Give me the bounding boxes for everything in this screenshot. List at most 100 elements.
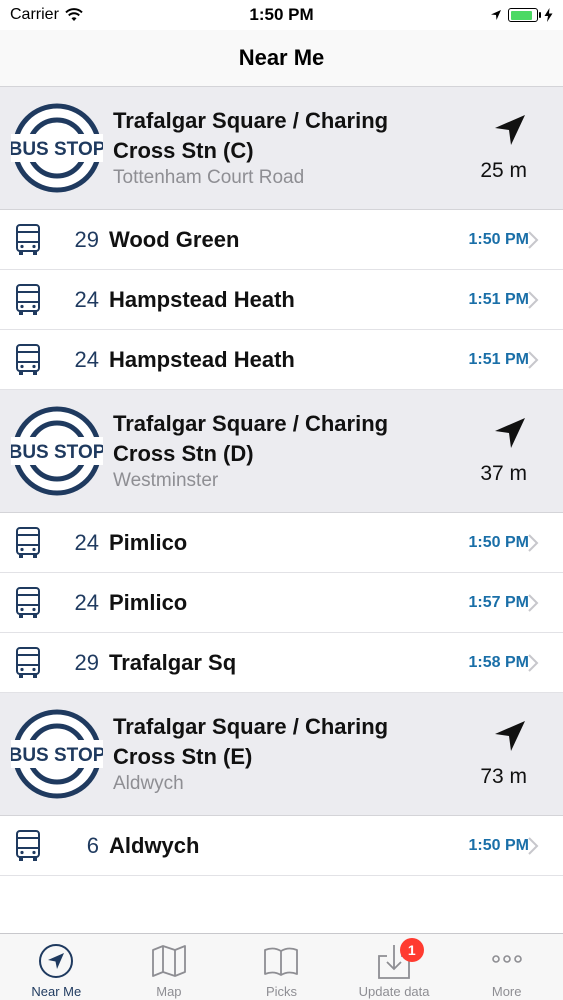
stop-subtitle: Tottenham Court Road xyxy=(113,167,305,188)
tab-near-me[interactable]: Near Me xyxy=(0,934,113,1000)
route-row[interactable]: 29 Trafalgar Sq 1:58 PM xyxy=(0,633,563,693)
stop-text: Trafalgar Square / Charing Cross Stn (C)… xyxy=(113,106,413,190)
stop-name-line1: Trafalgar Square / Charing xyxy=(113,714,389,739)
chevron-right-icon xyxy=(528,594,539,612)
stop-name-line2: Cross Stn (E) xyxy=(113,744,253,769)
route-row[interactable]: 24 Hampstead Heath 1:51 PM xyxy=(0,270,563,330)
stop-distance-block: 37 m xyxy=(480,416,527,486)
stop-distance-block: 73 m xyxy=(480,719,527,789)
battery-icon xyxy=(508,8,541,22)
stop-name-line1: Trafalgar Square / Charing xyxy=(113,108,389,133)
route-row[interactable]: 24 Pimlico 1:50 PM xyxy=(0,513,563,573)
route-number: 24 xyxy=(74,589,99,615)
route-number: 24 xyxy=(74,286,99,312)
wifi-icon xyxy=(65,8,83,21)
bus-icon xyxy=(16,829,40,861)
book-icon xyxy=(264,947,299,976)
stop-header[interactable]: BUS STOP Trafalgar Square / Charing Cros… xyxy=(0,87,563,210)
tab-label: Update data xyxy=(358,984,430,999)
bus-icon xyxy=(16,343,40,375)
chevron-right-icon xyxy=(528,231,539,249)
carrier-label: Carrier xyxy=(10,6,59,23)
chevron-right-icon xyxy=(528,291,539,309)
location-arrow-icon xyxy=(39,944,74,978)
route-number: 29 xyxy=(74,226,99,252)
bus-stop-logo-text: BUS STOP xyxy=(11,745,103,766)
route-number: 6 xyxy=(86,832,99,858)
stop-name-line2: Cross Stn (C) xyxy=(113,138,254,163)
route-destination: Wood Green xyxy=(109,226,240,252)
route-time: 1:50 PM xyxy=(468,836,529,854)
route-row[interactable]: 24 Hampstead Heath 1:51 PM xyxy=(0,330,563,390)
tab-label: Picks xyxy=(265,984,298,999)
route-destination: Pimlico xyxy=(109,529,188,555)
status-bar: Carrier 1:50 PM xyxy=(0,0,563,30)
route-row[interactable]: 24 Pimlico 1:57 PM xyxy=(0,573,563,633)
bus-icon xyxy=(16,646,40,678)
map-icon xyxy=(151,945,186,977)
tab-more[interactable]: More xyxy=(450,934,563,1000)
stop-text: Trafalgar Square / Charing Cross Stn (D)… xyxy=(113,409,413,493)
tab-label: Near Me xyxy=(31,984,82,999)
navigation-bar: Near Me xyxy=(0,30,563,87)
route-destination: Hampstead Heath xyxy=(109,286,295,312)
route-destination: Pimlico xyxy=(109,589,188,615)
tab-picks[interactable]: Picks xyxy=(225,934,338,1000)
status-left: Carrier xyxy=(10,6,83,24)
update-badge: 1 xyxy=(399,938,424,962)
stop-text: Trafalgar Square / Charing Cross Stn (E)… xyxy=(113,712,413,796)
location-arrow-icon xyxy=(495,115,525,145)
stop-name-line2: Cross Stn (D) xyxy=(113,441,254,466)
route-row[interactable]: 6 Aldwych 1:50 PM xyxy=(0,816,563,876)
bus-icon xyxy=(16,526,40,558)
stop-distance-block: 25 m xyxy=(480,113,527,183)
route-row[interactable]: 29 Wood Green 1:50 PM xyxy=(0,210,563,270)
stop-header[interactable]: BUS STOP Trafalgar Square / Charing Cros… xyxy=(0,390,563,513)
location-services-icon xyxy=(491,10,501,20)
bus-stop-logo-text: BUS STOP xyxy=(11,442,103,463)
bus-icon xyxy=(16,283,40,315)
route-number: 24 xyxy=(74,529,99,555)
chevron-right-icon xyxy=(528,351,539,369)
route-time: 1:50 PM xyxy=(468,533,529,551)
route-time: 1:57 PM xyxy=(468,593,529,611)
route-destination: Trafalgar Sq xyxy=(109,649,237,675)
tab-map[interactable]: Map xyxy=(113,934,226,1000)
stop-header[interactable]: BUS STOP Trafalgar Square / Charing Cros… xyxy=(0,693,563,816)
tab-label: Map xyxy=(156,984,182,999)
bus-stop-logo: BUS STOP xyxy=(11,709,103,799)
chevron-right-icon xyxy=(528,654,539,672)
status-time: 1:50 PM xyxy=(249,5,314,24)
stop-distance: 25 m xyxy=(480,159,527,182)
stop-subtitle: Westminster xyxy=(113,470,219,491)
bus-icon xyxy=(16,586,40,618)
tab-update-data[interactable]: 1 Update data xyxy=(338,934,451,1000)
stop-distance: 73 m xyxy=(480,765,527,788)
tab-bar: Near Me Map Picks 1 Update data More xyxy=(0,933,563,1000)
route-destination: Hampstead Heath xyxy=(109,346,295,372)
bus-stop-logo-text: BUS STOP xyxy=(11,139,103,160)
route-number: 24 xyxy=(74,346,99,372)
route-number: 29 xyxy=(74,649,99,675)
chevron-right-icon xyxy=(528,837,539,855)
stop-distance: 37 m xyxy=(480,462,527,485)
route-destination: Aldwych xyxy=(109,832,200,858)
page-title: Near Me xyxy=(238,45,325,70)
battery-fill xyxy=(510,10,532,20)
stop-subtitle: Aldwych xyxy=(113,773,184,794)
tab-label: More xyxy=(491,984,522,999)
route-time: 1:50 PM xyxy=(468,230,529,248)
bus-stop-logo: BUS STOP xyxy=(11,406,103,496)
stop-name-line1: Trafalgar Square / Charing xyxy=(113,411,389,436)
location-arrow-icon xyxy=(495,418,525,448)
location-arrow-icon xyxy=(495,721,525,751)
route-time: 1:51 PM xyxy=(468,350,529,368)
more-dots-icon xyxy=(491,955,522,963)
bus-stop-logo: BUS STOP xyxy=(11,103,103,193)
stop-list[interactable]: BUS STOP Trafalgar Square / Charing Cros… xyxy=(0,87,563,933)
chevron-right-icon xyxy=(528,534,539,552)
route-time: 1:51 PM xyxy=(468,290,529,308)
route-time: 1:58 PM xyxy=(468,653,529,671)
charging-bolt-icon xyxy=(544,8,553,22)
bus-icon xyxy=(16,223,40,255)
